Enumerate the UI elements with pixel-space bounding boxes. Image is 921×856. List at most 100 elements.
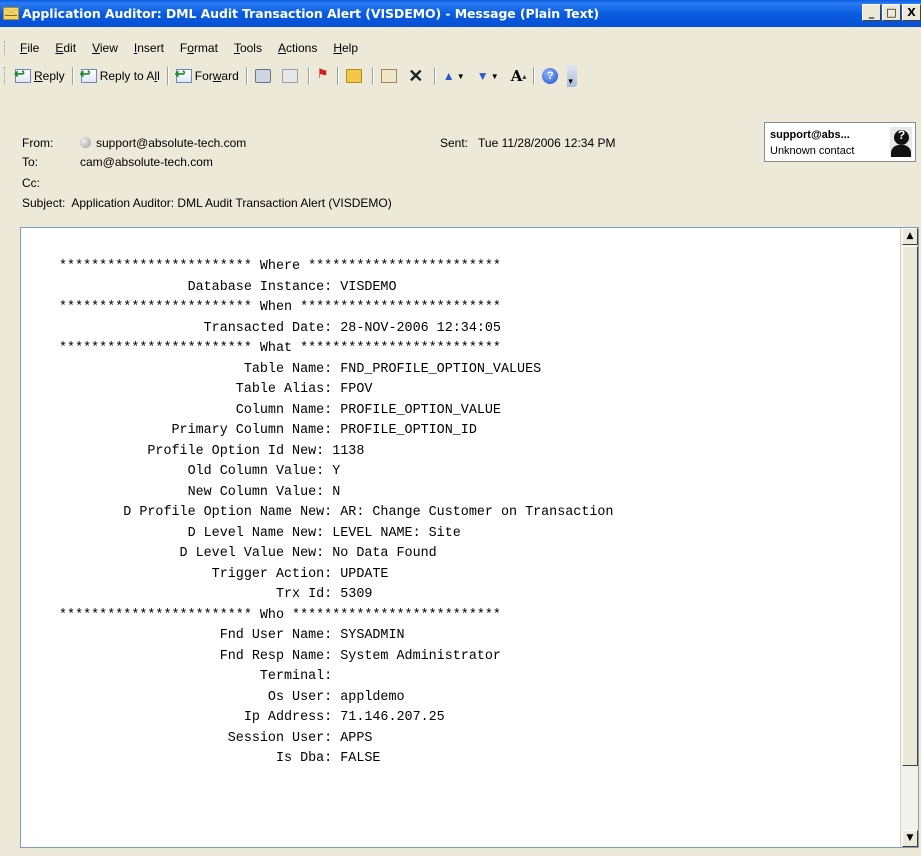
reply-all-icon (80, 66, 97, 83)
body-line: Session User: APPS (59, 730, 373, 746)
dropdown-arrow-icon[interactable]: ▼ (491, 72, 499, 81)
help-button[interactable]: ? (538, 65, 565, 87)
body-line: ************************ What **********… (59, 341, 501, 356)
scroll-thumb[interactable] (902, 246, 918, 766)
help-icon: ? (542, 68, 559, 84)
sent-row: Sent: Tue 11/28/2006 12:34 PM (440, 136, 615, 150)
body-line: Terminal: (59, 669, 333, 684)
unknown-contact-avatar-icon (890, 127, 912, 157)
menu-insert[interactable]: Insert (126, 41, 172, 55)
up-arrow-icon: ▲ (442, 69, 455, 83)
contact-status: Unknown contact (770, 145, 855, 157)
scroll-up-button[interactable]: ▲ (902, 228, 918, 245)
move-icon (380, 69, 397, 83)
body-line: ************************ Where *********… (59, 259, 501, 274)
body-line: Old Column Value: Y (59, 464, 341, 479)
body-line: Database Instance: VISDEMO (59, 279, 397, 295)
body-line: Table Alias: FPOV (59, 382, 373, 397)
subject-value: Application Auditor: DML Audit Transacti… (71, 196, 392, 210)
menu-file[interactable]: File (12, 41, 47, 55)
sent-value: Tue 11/28/2006 12:34 PM (478, 136, 616, 150)
presence-icon (80, 137, 91, 148)
window-title: Application Auditor: DML Audit Transacti… (22, 6, 599, 21)
forward-button[interactable]: Forward (172, 65, 243, 87)
move-to-folder-button[interactable] (342, 65, 369, 87)
menu-view[interactable]: View (84, 41, 126, 55)
next-item-button[interactable]: ▼ ▼ (473, 65, 507, 87)
toolbar-separator (336, 67, 339, 85)
menu-tools[interactable]: Tools (226, 41, 270, 55)
menu-bar: File Edit View Insert Format Tools Actio… (0, 37, 921, 59)
font-size-icon: A (510, 67, 523, 85)
cc-row: Cc: (22, 176, 80, 190)
move-button[interactable] (377, 65, 404, 87)
to-row: To: cam@absolute-tech.com (22, 155, 213, 169)
toolbar-separator (371, 67, 374, 85)
copy-button[interactable] (278, 65, 305, 87)
title-bar: Application Auditor: DML Audit Transacti… (0, 0, 921, 27)
dropdown-arrow-icon[interactable]: ▼ (457, 72, 465, 81)
follow-up-button[interactable] (313, 65, 334, 87)
body-line: Primary Column Name: PROFILE_OPTION_ID (59, 423, 477, 438)
toolbar-separator (307, 67, 310, 85)
body-line: ************************ When **********… (59, 300, 501, 315)
body-line: Is Dba: FALSE (59, 751, 381, 766)
sent-label: Sent: (440, 136, 469, 150)
body-line: Fnd Resp Name: System Administrator (59, 648, 501, 664)
window-controls: _ □ X (861, 4, 921, 21)
body-line: Os User: appldemo (59, 689, 405, 705)
minimize-button[interactable]: _ (862, 4, 881, 21)
to-label: To: (22, 155, 39, 169)
message-body[interactable]: ************************ Where *********… (20, 227, 919, 848)
body-line: Table Name: FND_PROFILE_OPTION_VALUES (59, 361, 542, 377)
body-line: New Column Value: N (59, 484, 341, 500)
maximize-button[interactable]: □ (882, 4, 901, 21)
font-size-button[interactable]: A ▴ (507, 65, 531, 87)
toolbar-grip[interactable] (4, 67, 8, 85)
reply-button[interactable]: Reply (11, 65, 69, 87)
to-value[interactable]: cam@absolute-tech.com (80, 155, 213, 169)
contact-card[interactable]: support@abs... Unknown contact (764, 122, 916, 162)
menu-grip[interactable] (4, 41, 8, 55)
vertical-scrollbar[interactable]: ▲ ▼ (900, 228, 918, 847)
delete-x-icon: ✕ (408, 66, 424, 86)
printer-icon (254, 69, 271, 83)
flag-icon (317, 66, 329, 83)
previous-item-button[interactable]: ▲ ▼ (439, 65, 473, 87)
from-value[interactable]: support@absolute-tech.com (96, 136, 246, 150)
close-button[interactable]: X (902, 4, 921, 21)
body-line: ************************ Who ***********… (59, 607, 501, 623)
reply-icon (14, 66, 31, 83)
copy-icon (281, 69, 298, 83)
menu-edit[interactable]: Edit (47, 41, 84, 55)
toolbar-separator (166, 67, 169, 85)
print-button[interactable] (251, 65, 278, 87)
toolbar-separator (433, 67, 436, 85)
body-line: Profile Option Id New: 1138 (59, 443, 365, 459)
envelope-icon (3, 7, 19, 20)
body-line: Trigger Action: UPDATE (59, 566, 389, 582)
scroll-down-button[interactable]: ▼ (902, 830, 918, 847)
reply-all-button[interactable]: Reply to All (77, 65, 164, 87)
toolbar-separator (245, 67, 248, 85)
forward-icon (175, 66, 192, 83)
menu-format[interactable]: Format (172, 41, 226, 55)
body-line: Transacted Date: 28-NOV-2006 12:34:05 (59, 320, 501, 336)
body-line: Fnd User Name: SYSADMIN (59, 628, 405, 643)
body-line: D Level Name New: LEVEL NAME: Site (59, 525, 461, 541)
from-label: From: (22, 136, 54, 150)
from-row: From: support@absolute-tech.com (22, 136, 246, 150)
subject-row: Subject: Application Auditor: DML Audit T… (22, 196, 392, 210)
body-line: D Profile Option Name New: AR: Change Cu… (59, 505, 614, 520)
menu-help[interactable]: Help (325, 41, 366, 55)
message-header: From: support@absolute-tech.com Sent: Tue… (0, 96, 921, 226)
folder-icon (345, 69, 362, 83)
message-body-text: ************************ Where *********… (59, 257, 613, 770)
body-line: Column Name: PROFILE_OPTION_VALUE (59, 402, 501, 418)
toolbar-separator (71, 67, 74, 85)
menu-actions[interactable]: Actions (270, 41, 325, 55)
toolbar-options-button[interactable] (567, 65, 578, 87)
toolbar-separator (533, 67, 536, 85)
delete-button[interactable]: ✕ (404, 65, 431, 87)
body-line: Trx Id: 5309 (59, 587, 373, 602)
